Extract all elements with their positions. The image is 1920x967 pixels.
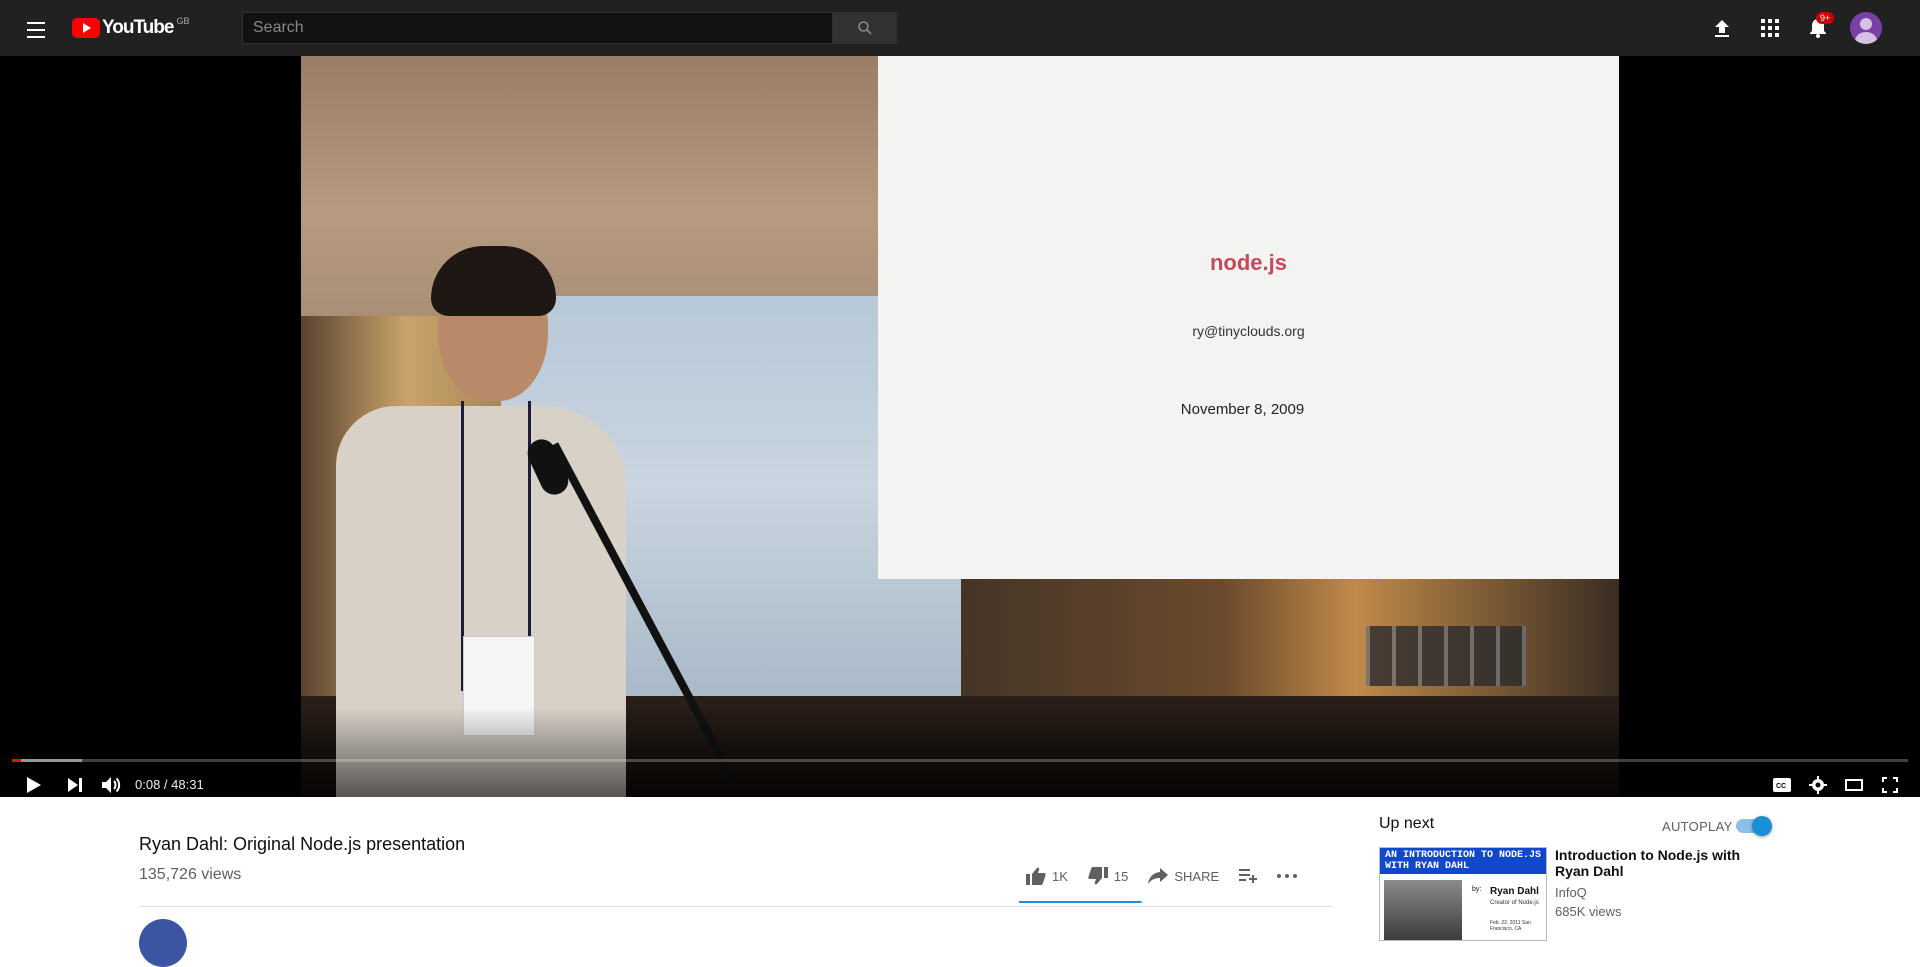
youtube-logo[interactable]: YouTube GB (72, 16, 190, 38)
sentiment-bar (1019, 901, 1143, 903)
thumbnail-banner-text: AN INTRODUCTION TO NODE.JS WITH RYAN DAH… (1380, 848, 1546, 874)
video-title: Ryan Dahl: Original Node.js presentation (139, 834, 466, 854)
menu-icon[interactable] (24, 16, 48, 40)
thumbnail-name: Ryan Dahl (1490, 886, 1539, 897)
play-button[interactable] (16, 767, 52, 797)
projected-slide: node.js ry@tinyclouds.org November 8, 20… (878, 56, 1619, 579)
masthead-actions: 9+ (1706, 12, 1882, 44)
time-total: 48:31 (171, 777, 204, 792)
mute-button[interactable] (93, 767, 129, 797)
video-actions: 1K 15 SHARE (1026, 858, 1317, 894)
fullscreen-icon (1882, 777, 1898, 793)
search-icon (857, 21, 872, 35)
dislike-button[interactable]: 15 (1088, 867, 1128, 885)
upload-icon (1715, 20, 1729, 37)
captions-icon: CC (1773, 778, 1791, 792)
settings-button[interactable] (1800, 767, 1836, 797)
fullscreen-button[interactable] (1872, 767, 1908, 797)
upload-button[interactable] (1706, 12, 1738, 44)
play-icon (27, 777, 41, 793)
autoplay-toggle[interactable] (1736, 816, 1772, 836)
logo-region: GB (176, 16, 190, 26)
more-icon (1277, 874, 1298, 878)
recommendation-channel[interactable]: InfoQ (1555, 885, 1587, 900)
logo-text: YouTube (102, 17, 174, 38)
slide-title: node.js (1209, 250, 1287, 275)
thumbnail-by: by: (1472, 886, 1482, 893)
share-button[interactable]: SHARE (1148, 868, 1219, 884)
thumbnail-subtitle: Creator of Node.js (1490, 900, 1539, 906)
more-actions-button[interactable] (1277, 874, 1298, 878)
settings-icon (1809, 776, 1827, 794)
video-window (1366, 626, 1526, 686)
svg-text:CC: CC (1776, 783, 1786, 790)
notification-count-badge: 9+ (1816, 12, 1835, 24)
progress-bar[interactable] (12, 759, 1908, 762)
theater-mode-button[interactable] (1836, 767, 1872, 797)
captions-button[interactable]: CC (1764, 767, 1800, 797)
dislike-count: 15 (1113, 868, 1129, 884)
thumbnail-date: Feb. 22, 2011 San Francisco, CA (1490, 920, 1531, 932)
up-next-heading: Up next (1379, 815, 1435, 832)
masthead: YouTube GB 9+ (0, 0, 1920, 56)
video-player[interactable]: node.js ry@tinyclouds.org November 8, 20… (0, 56, 1920, 797)
search-button[interactable] (833, 12, 897, 44)
thumbnail-photo (1384, 880, 1462, 940)
view-count: 135,726 views (139, 866, 242, 883)
recommendation-views: 685K views (1555, 904, 1622, 919)
apps-button[interactable] (1754, 12, 1786, 44)
time-current: 0:08 (135, 777, 161, 792)
save-to-playlist-button[interactable] (1239, 869, 1258, 883)
like-button[interactable]: 1K (1026, 867, 1068, 885)
video-info: Ryan Dahl: Original Node.js presentation… (139, 797, 1333, 967)
related-sidebar: Up next AUTOPLAY AN INTRODUCTION TO NODE… (1379, 797, 1781, 941)
controls-gradient (0, 707, 1920, 797)
progress-played (12, 759, 22, 762)
recommendation-title[interactable]: Introduction to Node.js with Ryan Dahl (1555, 847, 1755, 879)
autoplay-toggle-knob (1752, 816, 1772, 836)
share-label: SHARE (1174, 868, 1220, 884)
time-display: 0:08 / 48:31 (135, 770, 204, 797)
next-icon (68, 778, 82, 792)
theater-icon (1845, 779, 1863, 791)
time-separator: / (160, 777, 172, 792)
account-avatar[interactable] (1850, 12, 1882, 44)
video-frame: node.js ry@tinyclouds.org November 8, 20… (301, 56, 1619, 797)
youtube-play-logo-icon (72, 18, 100, 38)
thumbs-up-icon (1026, 867, 1046, 885)
progress-loaded (12, 759, 83, 762)
add-to-playlist-icon (1239, 869, 1258, 883)
share-icon (1148, 868, 1169, 884)
channel-avatar[interactable] (139, 919, 187, 967)
autoplay-label: AUTOPLAY (1662, 819, 1733, 834)
search-bar (242, 12, 897, 44)
sentiment-like-fill (1019, 901, 1142, 903)
volume-icon (102, 777, 121, 793)
video-banner (301, 56, 881, 316)
divider (139, 906, 1333, 907)
search-input[interactable] (242, 12, 833, 44)
slide-date: November 8, 2009 (1180, 401, 1305, 418)
like-count: 1K (1052, 868, 1068, 884)
apps-icon (1761, 19, 1779, 37)
next-button[interactable] (57, 767, 93, 797)
notifications-button[interactable]: 9+ (1802, 12, 1835, 44)
recommendation-thumbnail[interactable]: AN INTRODUCTION TO NODE.JS WITH RYAN DAH… (1379, 847, 1547, 941)
thumbs-down-icon (1088, 867, 1108, 885)
slide-email: ry@tinyclouds.org (1192, 323, 1305, 339)
